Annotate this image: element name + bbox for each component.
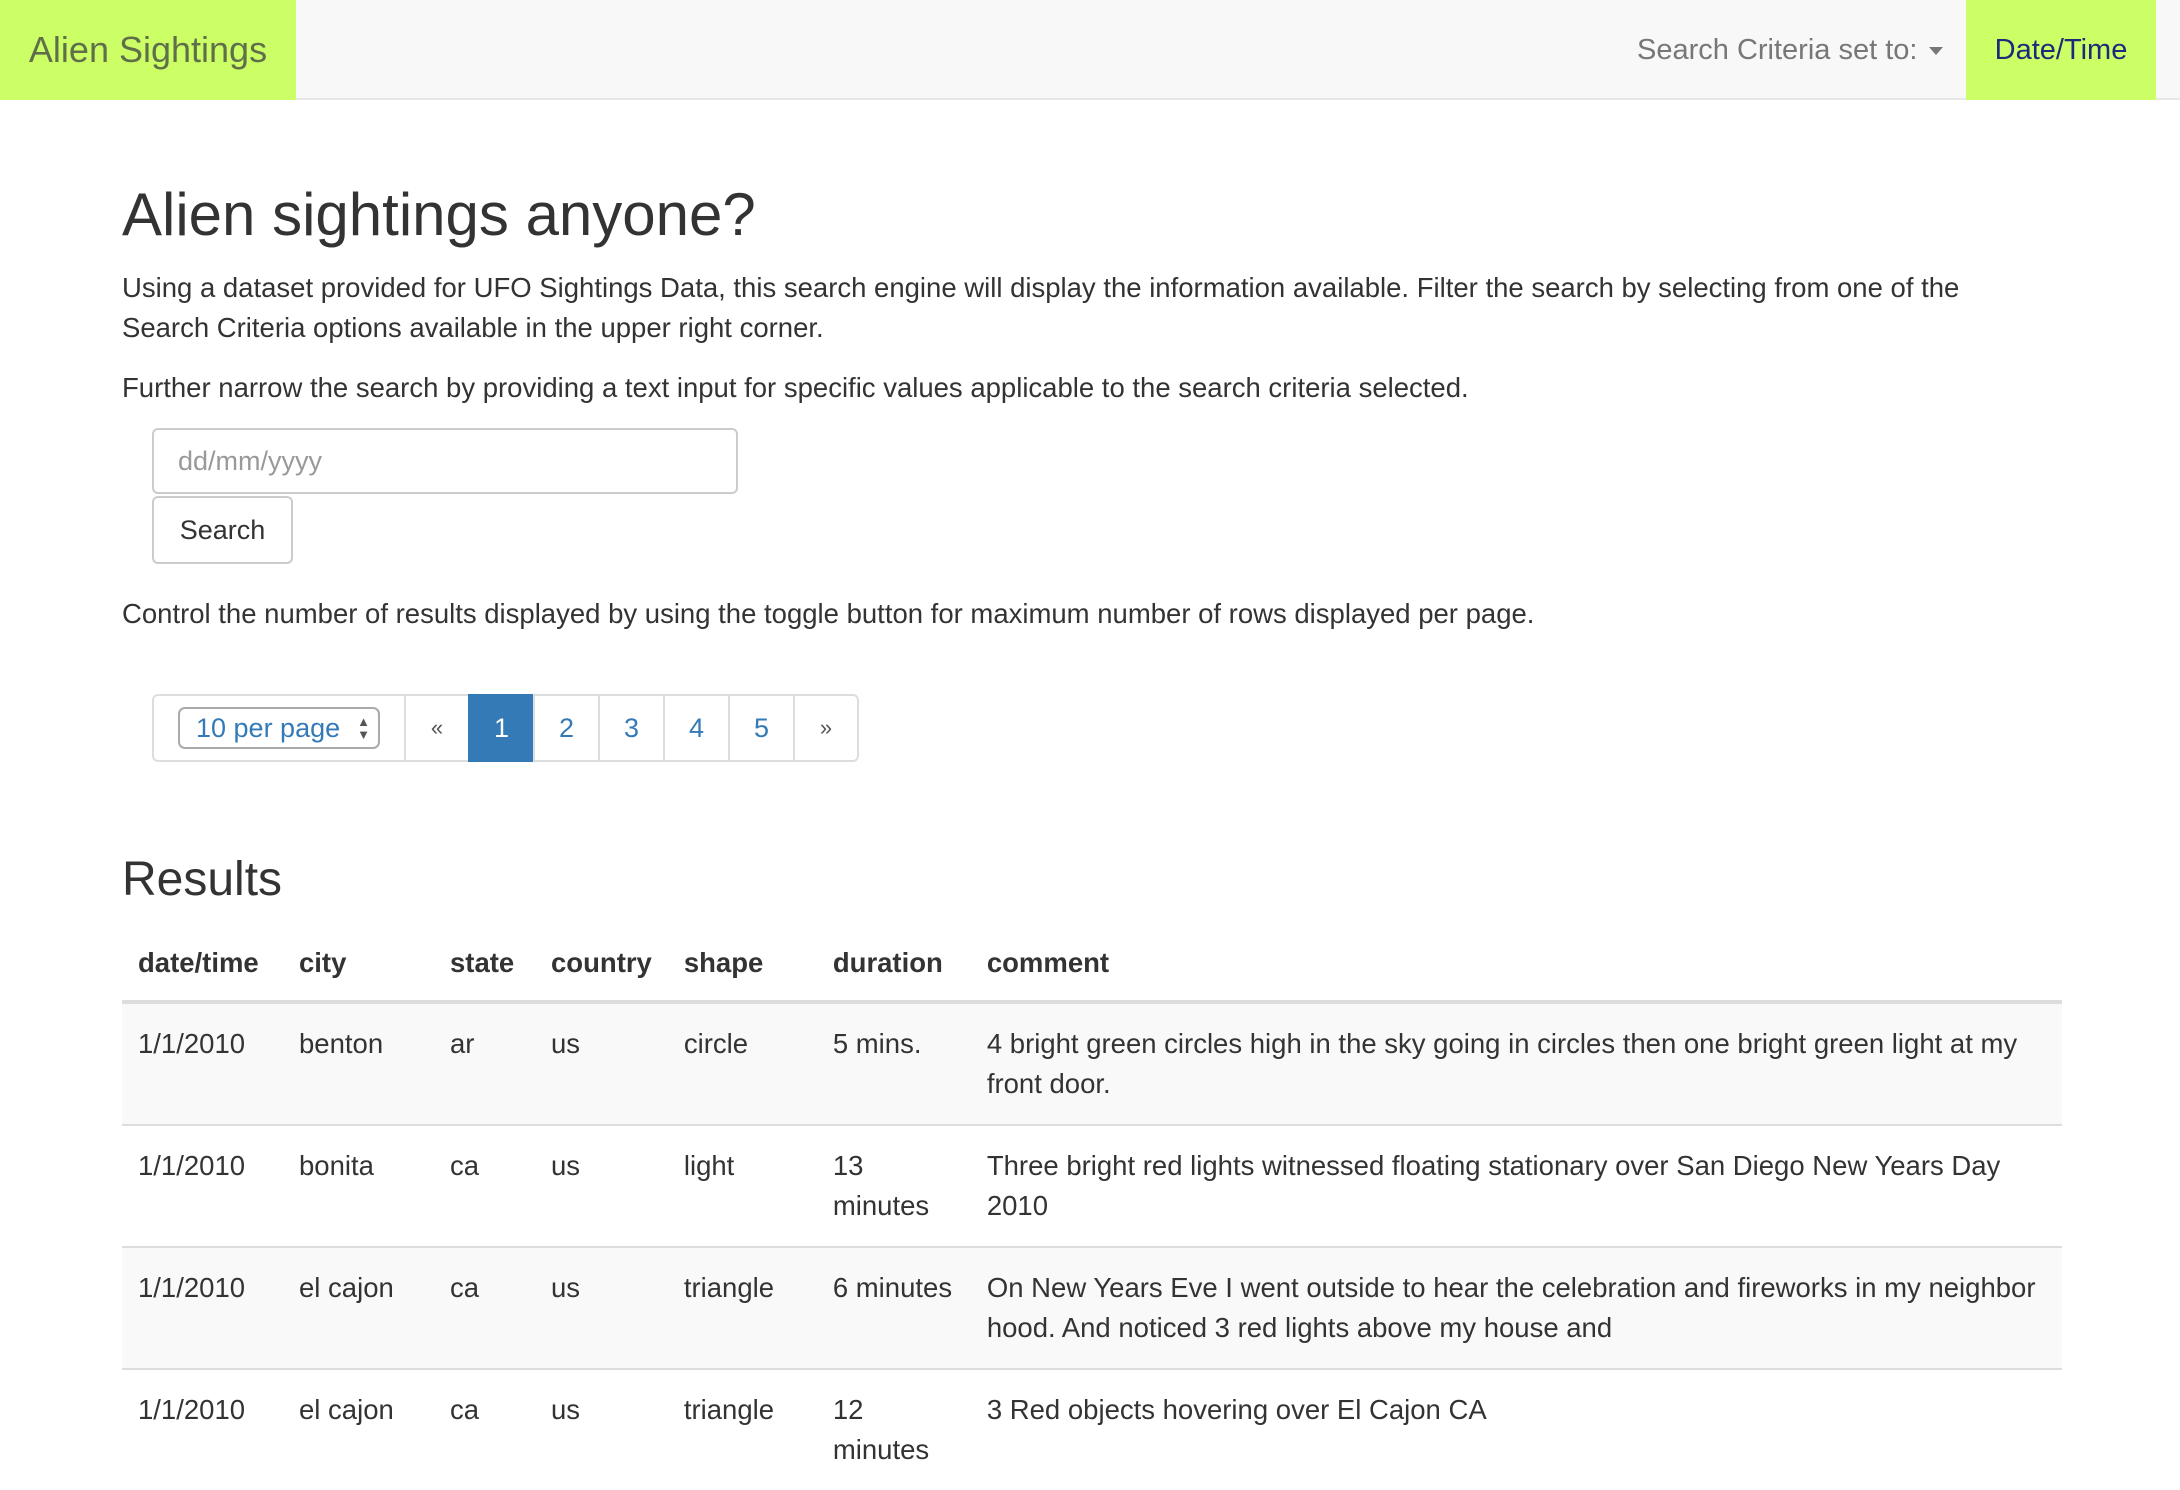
table-row: 1/1/2010 el cajon ca us triangle 12 minu… (122, 1368, 2062, 1490)
cell-city: bonita (283, 1124, 434, 1247)
page-2-button[interactable]: 2 (533, 694, 600, 762)
table-row: 1/1/2010 bonita ca us light 13 minutes T… (122, 1124, 2062, 1247)
cell-date-time: 1/1/2010 (122, 1124, 283, 1247)
prev-page-button[interactable]: « (404, 694, 470, 762)
cell-country: us (535, 1246, 668, 1369)
cell-state: ca (434, 1246, 535, 1369)
cell-shape: light (667, 1124, 817, 1247)
pagination: 10 per page ▲ ▼ « 1 2 3 4 5 » (152, 694, 859, 762)
cell-country: us (535, 1124, 668, 1247)
column-header-comment: comment (970, 926, 2062, 1004)
cell-country: us (535, 1001, 668, 1125)
control-results-text: Control the number of results displayed … (122, 598, 1535, 629)
cell-shape: triangle (667, 1246, 817, 1369)
cell-state: ar (434, 1001, 535, 1125)
column-header-shape: shape (667, 926, 817, 1004)
cell-country: us (535, 1368, 668, 1490)
page-1-button[interactable]: 1 (468, 694, 535, 762)
caret-down-icon (1929, 47, 1944, 56)
cell-state: ca (434, 1124, 535, 1247)
page-title: Alien sightings anyone? (122, 181, 756, 248)
intro-text: Using a dataset provided for UFO Sightin… (122, 272, 1960, 343)
criteria-date-time-tab[interactable]: Date/Time (1966, 0, 2156, 100)
cell-city: benton (283, 1001, 434, 1125)
cell-comment: On New Years Eve I went outside to hear … (970, 1246, 2062, 1369)
cell-duration: 5 mins. (816, 1001, 971, 1125)
results-heading: Results (122, 853, 283, 906)
cell-shape: circle (667, 1001, 817, 1125)
search-button[interactable]: Search (152, 496, 293, 564)
cell-comment: 3 Red objects hovering over El Cajon CA (970, 1368, 2062, 1490)
column-header-country: country (535, 926, 668, 1004)
navbar: Alien Sightings Search Criteria set to: … (0, 0, 2180, 100)
results-table: date/time city state country shape durat… (122, 926, 2062, 1490)
next-page-button[interactable]: » (793, 694, 859, 762)
cell-date-time: 1/1/2010 (122, 1001, 283, 1125)
cell-duration: 12 minutes (816, 1368, 971, 1490)
cell-city: el cajon (283, 1368, 434, 1490)
table-row: 1/1/2010 benton ar us circle 5 mins. 4 b… (122, 1001, 2062, 1125)
table-row: 1/1/2010 el cajon ca us triangle 6 minut… (122, 1246, 2062, 1369)
cell-city: el cajon (283, 1246, 434, 1369)
per-page-select[interactable]: 10 per page ▲ ▼ (178, 707, 380, 749)
cell-shape: triangle (667, 1368, 817, 1490)
column-header-duration: duration (816, 926, 971, 1004)
table-header-row: date/time city state country shape durat… (122, 926, 2062, 1004)
brand-link[interactable]: Alien Sightings (0, 0, 296, 100)
page-4-button[interactable]: 4 (663, 694, 730, 762)
cell-date-time: 1/1/2010 (122, 1246, 283, 1369)
cell-duration: 6 minutes (816, 1246, 971, 1369)
search-criteria-dropdown[interactable]: Search Criteria set to: (1637, 0, 1944, 100)
column-header-city: city (283, 926, 434, 1004)
cell-date-time: 1/1/2010 (122, 1368, 283, 1490)
cell-comment: 4 bright green circles high in the sky g… (970, 1001, 2062, 1125)
column-header-state: state (434, 926, 535, 1004)
narrow-search-text: Further narrow the search by providing a… (122, 372, 1469, 403)
cell-duration: 13 minutes (816, 1124, 971, 1247)
page-5-button[interactable]: 5 (728, 694, 795, 762)
per-page-wrapper: 10 per page ▲ ▼ (152, 694, 406, 762)
cell-comment: Three bright red lights witnessed floati… (970, 1124, 2062, 1247)
per-page-value: 10 per page (196, 712, 341, 743)
page-3-button[interactable]: 3 (598, 694, 665, 762)
select-arrows-icon: ▲ ▼ (357, 714, 370, 742)
date-search-input[interactable] (152, 428, 738, 494)
search-criteria-label: Search Criteria set to: (1637, 34, 1918, 66)
cell-state: ca (434, 1368, 535, 1490)
column-header-date-time: date/time (122, 926, 283, 1004)
